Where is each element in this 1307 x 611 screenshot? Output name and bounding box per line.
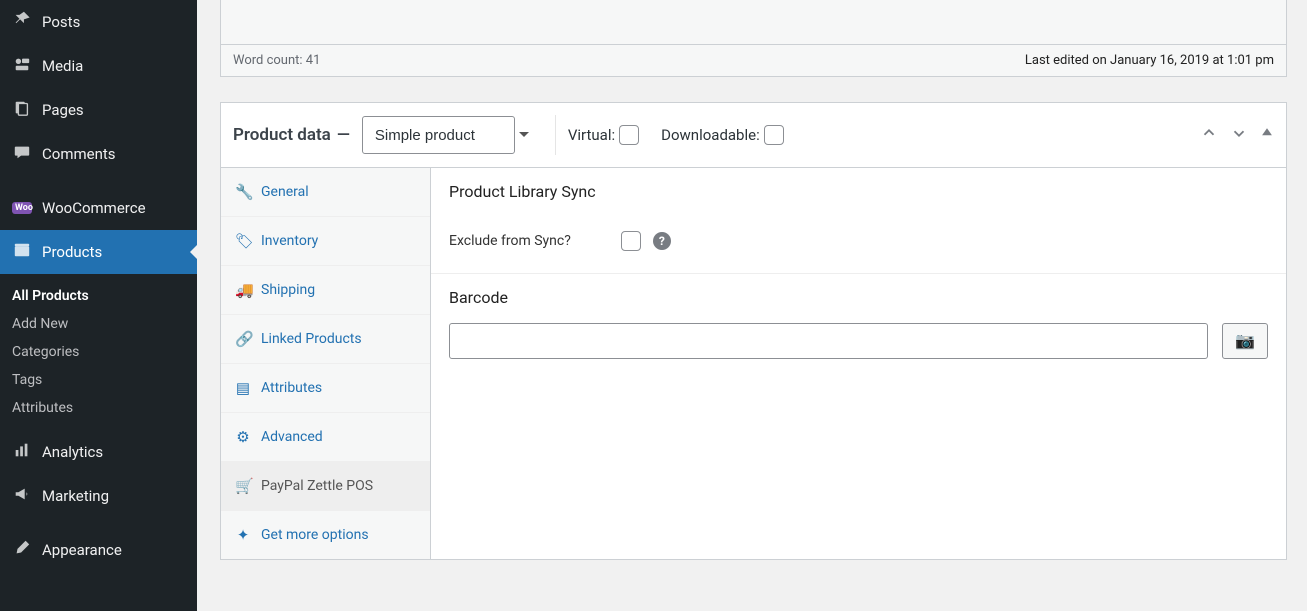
submenu-attributes[interactable]: Attributes (0, 394, 197, 422)
submenu-categories[interactable]: Categories (0, 338, 197, 366)
product-data-title: Product data (233, 125, 331, 145)
camera-icon: 📷 (1235, 333, 1255, 350)
move-down-button[interactable] (1230, 124, 1248, 146)
menu-posts[interactable]: Posts (0, 0, 197, 44)
menu-label: Analytics (42, 443, 103, 461)
tab-paypal-zettle-pos[interactable]: 🛒 PayPal Zettle POS (221, 462, 430, 511)
pin-icon (12, 11, 32, 34)
products-submenu: All Products Add New Categories Tags Att… (0, 274, 197, 430)
admin-sidebar: Posts Media Pages Comments Woo WooCommer… (0, 0, 197, 611)
menu-media[interactable]: Media (0, 44, 197, 88)
zettle-panel: Product Library Sync Exclude from Sync? … (431, 168, 1286, 559)
truck-icon: 🚚 (235, 281, 251, 299)
menu-marketing[interactable]: Marketing (0, 474, 197, 518)
tab-general[interactable]: 🔧 General (221, 168, 430, 217)
brush-icon (12, 539, 32, 562)
product-type-select[interactable]: Simple product (362, 116, 515, 154)
menu-comments[interactable]: Comments (0, 132, 197, 176)
menu-appearance[interactable]: Appearance (0, 528, 197, 572)
tab-get-more-options[interactable]: ✦ Get more options (221, 511, 430, 559)
comment-icon (12, 143, 32, 166)
pos-icon: 🛒 (235, 477, 251, 495)
menu-pages[interactable]: Pages (0, 88, 197, 132)
tab-label: Attributes (261, 380, 322, 396)
media-icon (12, 55, 32, 78)
list-icon: ▤ (235, 379, 251, 397)
barcode-input[interactable] (449, 323, 1208, 359)
tab-label: Advanced (261, 429, 323, 445)
megaphone-icon (12, 485, 32, 508)
editor-toolbar-bottom (220, 0, 1287, 45)
product-data-tabs: 🔧 General 🏷 Inventory 🚚 Shipping 🔗 Linke… (221, 168, 431, 559)
editor-status-bar: Word count: 41 Last edited on January 16… (220, 45, 1287, 77)
tab-label: Linked Products (261, 331, 362, 347)
menu-products[interactable]: Products (0, 230, 197, 274)
tag-icon: 🏷 (235, 232, 251, 250)
downloadable-checkbox[interactable] (764, 125, 784, 145)
virtual-checkbox[interactable] (619, 125, 639, 145)
tab-label: Shipping (261, 282, 315, 298)
tab-label: Get more options (261, 527, 369, 543)
menu-label: Media (42, 57, 83, 75)
product-data-metabox: Product data — Simple product Virtual: D… (220, 102, 1287, 560)
tab-advanced[interactable]: ⚙ Advanced (221, 413, 430, 462)
exclude-from-sync-label: Exclude from Sync? (449, 233, 571, 249)
toggle-panel-button[interactable] (1260, 124, 1274, 146)
barcode-section-title: Barcode (449, 288, 1268, 307)
plugin-icon: ✦ (235, 526, 251, 544)
menu-label: Appearance (42, 541, 122, 559)
downloadable-label: Downloadable: (661, 126, 760, 144)
gear-icon: ⚙ (235, 428, 251, 446)
products-icon (12, 241, 32, 264)
last-edited: Last edited on January 16, 2019 at 1:01 … (1025, 53, 1274, 68)
menu-label: Posts (42, 13, 80, 31)
tab-label: Inventory (261, 233, 318, 249)
product-data-header: Product data — Simple product Virtual: D… (221, 103, 1286, 168)
menu-label: Marketing (42, 487, 109, 505)
help-icon[interactable]: ? (653, 232, 671, 250)
tab-label: General (261, 184, 309, 200)
menu-woocommerce[interactable]: Woo WooCommerce (0, 186, 197, 230)
barcode-scan-button[interactable]: 📷 (1222, 323, 1268, 359)
tab-attributes[interactable]: ▤ Attributes (221, 364, 430, 413)
menu-label: Products (42, 243, 102, 261)
menu-label: Comments (42, 145, 116, 163)
main-content: Word count: 41 Last edited on January 16… (220, 0, 1287, 560)
move-up-button[interactable] (1200, 124, 1218, 146)
pages-icon (12, 99, 32, 122)
woocommerce-icon: Woo (12, 202, 32, 214)
menu-analytics[interactable]: Analytics (0, 430, 197, 474)
submenu-tags[interactable]: Tags (0, 366, 197, 394)
word-count: Word count: 41 (233, 53, 320, 68)
wrench-icon: 🔧 (235, 183, 251, 201)
submenu-all-products[interactable]: All Products (0, 282, 197, 310)
chart-icon (12, 441, 32, 464)
tab-linked-products[interactable]: 🔗 Linked Products (221, 315, 430, 364)
submenu-add-new[interactable]: Add New (0, 310, 197, 338)
tab-inventory[interactable]: 🏷 Inventory (221, 217, 430, 266)
link-icon: 🔗 (235, 330, 251, 348)
product-data-body: 🔧 General 🏷 Inventory 🚚 Shipping 🔗 Linke… (221, 168, 1286, 559)
virtual-label: Virtual: (568, 126, 615, 144)
menu-label: WooCommerce (42, 199, 146, 217)
menu-label: Pages (42, 101, 84, 119)
tab-label: PayPal Zettle POS (261, 478, 373, 494)
tab-shipping[interactable]: 🚚 Shipping (221, 266, 430, 315)
sync-section-title: Product Library Sync (449, 182, 1268, 201)
exclude-from-sync-checkbox[interactable] (621, 231, 641, 251)
